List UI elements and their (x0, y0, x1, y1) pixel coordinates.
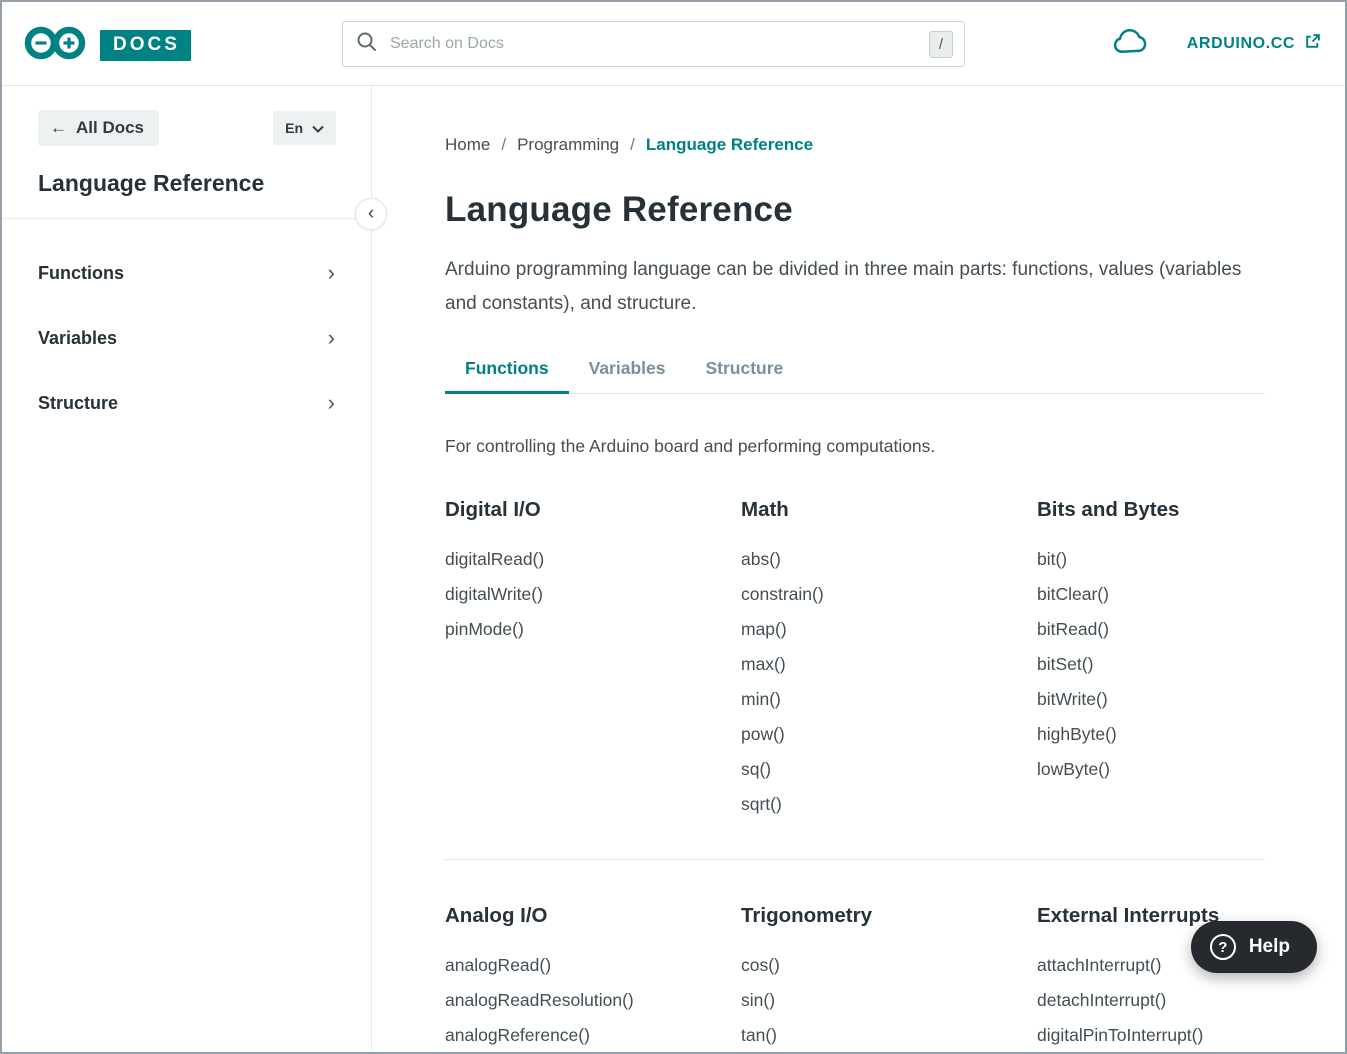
breadcrumb: Home / Programming / Language Reference (445, 135, 1265, 155)
function-link[interactable]: bitRead() (1037, 618, 1265, 640)
chevron-down-icon (312, 120, 324, 136)
search-icon (356, 31, 377, 57)
slash-shortcut-key: / (929, 31, 953, 58)
cloud-icon[interactable] (1112, 28, 1149, 60)
function-link[interactable]: cos() (741, 954, 1037, 976)
top-header: DOCS / ARDUINO.CC (2, 2, 1345, 86)
content-divider (445, 859, 1265, 860)
help-question-icon: ? (1210, 934, 1236, 960)
function-link[interactable]: min() (741, 688, 1037, 710)
language-selector[interactable]: En (273, 111, 336, 145)
section-math: Math abs() constrain() map() max() min()… (741, 498, 1037, 828)
section-title: Analog I/O (445, 904, 741, 928)
chevron-right-icon: › (328, 392, 335, 414)
tab-functions[interactable]: Functions (445, 358, 569, 394)
function-link[interactable]: tan() (741, 1024, 1037, 1046)
external-link-icon (1304, 33, 1321, 55)
breadcrumb-separator: / (501, 135, 506, 155)
all-docs-label: All Docs (76, 118, 144, 138)
search-bar[interactable]: / (342, 21, 965, 67)
function-link[interactable]: sin() (741, 989, 1037, 1011)
section-intro: For controlling the Arduino board and pe… (445, 436, 1265, 457)
sidebar-item-label: Structure (38, 393, 118, 414)
function-link[interactable]: constrain() (741, 583, 1037, 605)
chevron-right-icon: › (328, 262, 335, 284)
function-link[interactable]: analogReadResolution() (445, 989, 741, 1011)
arduino-logo-icon (24, 23, 86, 68)
section-title: Digital I/O (445, 498, 741, 522)
function-link[interactable]: highByte() (1037, 723, 1265, 745)
sidebar-item-variables[interactable]: Variables › (38, 318, 335, 358)
sidebar: ← All Docs En Language Reference ‹ Fun (2, 86, 372, 1054)
docs-brand-badge: DOCS (100, 30, 191, 61)
function-link[interactable]: bitSet() (1037, 653, 1265, 675)
sidebar-nav: Functions › Variables › Structure › (2, 219, 371, 423)
section-analog-io: Analog I/O analogRead() analogReadResolu… (445, 904, 741, 1054)
section-trigonometry: Trigonometry cos() sin() tan() (741, 904, 1037, 1054)
function-link[interactable]: digitalPinToInterrupt() (1037, 1024, 1265, 1046)
function-link[interactable]: pow() (741, 723, 1037, 745)
sidebar-item-label: Variables (38, 328, 117, 349)
breadcrumb-programming[interactable]: Programming (517, 135, 619, 155)
section-bits-and-bytes: Bits and Bytes bit() bitClear() bitRead(… (1037, 498, 1265, 828)
function-link[interactable]: map() (741, 618, 1037, 640)
tab-bar: Functions Variables Structure (445, 358, 1265, 394)
help-button[interactable]: ? Help (1191, 921, 1317, 973)
function-link[interactable]: sqrt() (741, 793, 1037, 815)
function-link[interactable]: sq() (741, 758, 1037, 780)
function-link[interactable]: digitalRead() (445, 548, 741, 570)
main-content: Home / Programming / Language Reference … (372, 86, 1345, 1054)
sidebar-item-structure[interactable]: Structure › (38, 383, 335, 423)
page-title: Language Reference (445, 190, 1265, 230)
function-link[interactable]: lowByte() (1037, 758, 1265, 780)
breadcrumb-home[interactable]: Home (445, 135, 490, 155)
breadcrumb-current[interactable]: Language Reference (646, 135, 813, 155)
tab-variables[interactable]: Variables (569, 358, 686, 394)
function-link[interactable]: analogReference() (445, 1024, 741, 1046)
section-title: Math (741, 498, 1037, 522)
function-grid-row-2: Analog I/O analogRead() analogReadResolu… (445, 904, 1265, 1054)
breadcrumb-separator: / (630, 135, 635, 155)
sidebar-item-functions[interactable]: Functions › (38, 253, 335, 293)
help-label: Help (1249, 936, 1290, 958)
arduino-cc-link[interactable]: ARDUINO.CC (1187, 33, 1321, 55)
all-docs-back-button[interactable]: ← All Docs (38, 110, 159, 146)
search-input[interactable] (390, 35, 929, 53)
back-arrow-icon: ← (50, 118, 67, 138)
section-title: Trigonometry (741, 904, 1037, 928)
function-link[interactable]: bitClear() (1037, 583, 1265, 605)
header-right: ARDUINO.CC (1112, 2, 1321, 86)
function-link[interactable]: digitalWrite() (445, 583, 741, 605)
chevron-right-icon: › (328, 327, 335, 349)
function-link[interactable]: max() (741, 653, 1037, 675)
logo-area[interactable]: DOCS (24, 23, 191, 68)
function-link[interactable]: pinMode() (445, 618, 741, 640)
sidebar-collapse-button[interactable]: ‹ (355, 198, 387, 230)
sidebar-title: Language Reference (38, 170, 336, 197)
page-description: Arduino programming language can be divi… (445, 253, 1257, 321)
sidebar-head: ← All Docs En Language Reference (2, 86, 371, 197)
function-link[interactable]: bitWrite() (1037, 688, 1265, 710)
section-title: Bits and Bytes (1037, 498, 1265, 522)
function-link[interactable]: bit() (1037, 548, 1265, 570)
function-link[interactable]: detachInterrupt() (1037, 989, 1265, 1011)
page: DOCS / ARDUINO.CC (0, 0, 1347, 1054)
tab-structure[interactable]: Structure (685, 358, 803, 394)
function-link[interactable]: analogRead() (445, 954, 741, 976)
body-layout: ← All Docs En Language Reference ‹ Fun (2, 86, 1345, 1054)
function-link[interactable]: abs() (741, 548, 1037, 570)
arduino-cc-label: ARDUINO.CC (1187, 35, 1295, 53)
language-value: En (285, 120, 303, 136)
sidebar-item-label: Functions (38, 263, 124, 284)
section-digital-io: Digital I/O digitalRead() digitalWrite()… (445, 498, 741, 828)
function-grid-row-1: Digital I/O digitalRead() digitalWrite()… (445, 498, 1265, 828)
